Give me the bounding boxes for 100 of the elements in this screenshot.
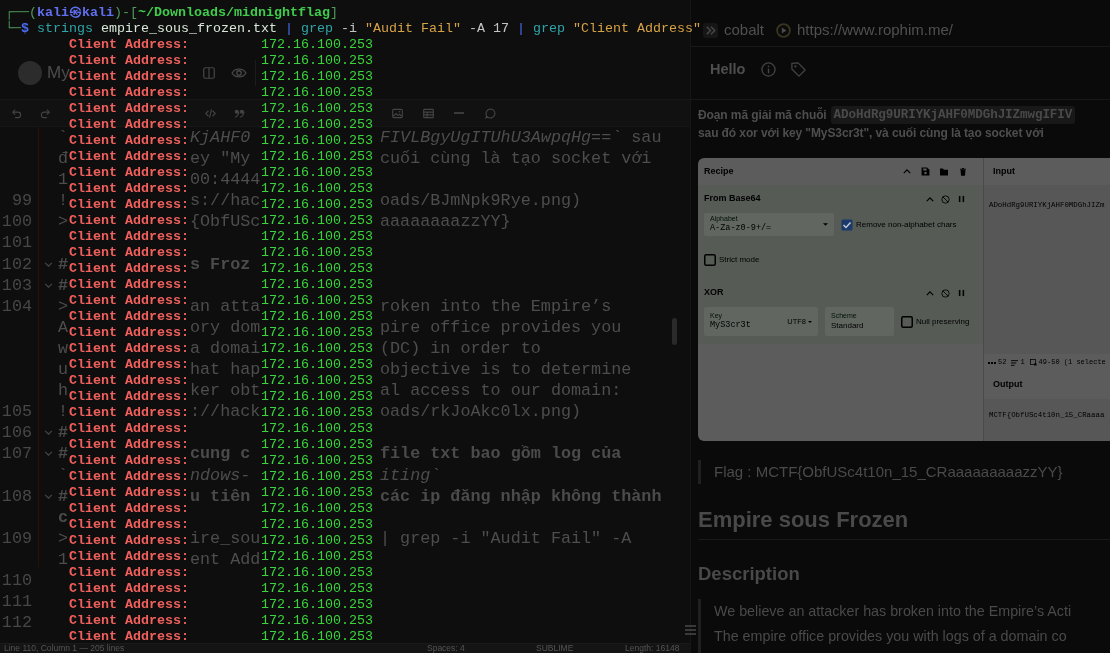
split-view-icon[interactable] <box>202 67 215 79</box>
code-icon[interactable] <box>205 107 216 119</box>
checkbox[interactable] <box>901 315 913 328</box>
checkbox[interactable] <box>704 254 716 266</box>
editor-text: cung c <box>190 443 251 465</box>
output-label: Client Address: <box>69 53 189 68</box>
bookmark-link[interactable]: cobalt <box>703 22 765 38</box>
eye-icon[interactable] <box>230 67 247 79</box>
output-label: Client Address: <box>69 389 189 404</box>
chevron-up-icon[interactable] <box>903 169 911 174</box>
lines-icon <box>1011 359 1019 366</box>
editor-text: A <box>58 316 69 338</box>
play-circle-icon <box>776 22 792 38</box>
info-icon[interactable] <box>761 62 777 77</box>
ip-address: 172.16.100.253 <box>261 213 373 229</box>
disable-icon[interactable] <box>941 194 950 204</box>
output-label: Client Address: <box>69 613 189 628</box>
editor-text: s Froz <box>190 253 251 275</box>
editor-text: w <box>58 337 69 360</box>
quote-icon[interactable] <box>234 107 245 119</box>
line-number: 100 <box>1 211 32 233</box>
bookmark-link[interactable]: https://www.rophim.me/ <box>776 22 953 38</box>
editor-text: ! <box>58 401 69 423</box>
pause-icon[interactable] <box>958 195 965 203</box>
editor-text: roken into the Empire’s <box>380 295 612 317</box>
line-number: 109 <box>1 527 32 549</box>
output-label: Client Address: <box>69 213 189 228</box>
comment-icon[interactable] <box>485 107 496 119</box>
ip-address: 172.16.100.253 <box>261 373 373 389</box>
editor-text: al access to our domain: <box>380 380 622 402</box>
disable-icon[interactable] <box>941 288 950 298</box>
chevron-down-icon[interactable] <box>44 493 53 499</box>
menu-icon[interactable] <box>685 625 696 635</box>
quote-text: The empire office provides you with logs of a domain co <box>714 626 1067 646</box>
selection-icon <box>1029 359 1037 366</box>
chevron-up-icon[interactable] <box>926 196 934 202</box>
editor-text: ent Add <box>190 548 261 570</box>
output-label: Client Address: <box>69 245 189 260</box>
output-label: Client Address: <box>69 485 189 500</box>
line-number: 105 <box>1 401 32 423</box>
status-text: Length: 16148 <box>625 644 680 653</box>
editor-text: oads/BJmNpk9Rye.png) <box>380 190 582 212</box>
tag-icon[interactable] <box>791 62 807 77</box>
editor-text: cuối cùng là tạo socket với <box>380 148 652 170</box>
caret-icon <box>808 320 812 323</box>
output-label: Client Address: <box>69 101 189 116</box>
output-label: Client Address: <box>69 373 189 388</box>
editor-text: ory dom <box>190 316 261 338</box>
chevron-down-icon[interactable] <box>44 451 53 457</box>
checkbox[interactable] <box>841 218 853 231</box>
image-icon[interactable] <box>392 107 403 119</box>
output-label: Client Address: <box>69 149 189 164</box>
chevron-up-icon[interactable] <box>926 290 934 296</box>
output-label: Client Address: <box>69 309 189 324</box>
pause-icon[interactable] <box>958 289 965 297</box>
output-label: Client Address: <box>69 133 189 148</box>
undo-icon[interactable] <box>11 107 22 119</box>
line-number: 99 <box>11 190 32 212</box>
table-icon[interactable] <box>423 107 434 119</box>
editor-text: ker obt <box>190 380 261 402</box>
ip-address: 172.16.100.253 <box>261 165 373 181</box>
operation-title: XOR <box>704 286 724 300</box>
ip-address: 172.16.100.253 <box>261 581 373 597</box>
editor-text: ire_sou <box>190 527 261 549</box>
output-label: Client Address: <box>69 357 189 372</box>
ip-address: 172.16.100.253 <box>261 197 373 213</box>
chevron-down-icon[interactable] <box>44 282 53 288</box>
trash-icon[interactable] <box>959 166 967 177</box>
chevron-down-icon[interactable] <box>44 430 53 436</box>
output-label: Client Address: <box>69 261 189 276</box>
ip-address: 172.16.100.253 <box>261 421 373 437</box>
line-number: 104 <box>1 295 32 317</box>
note-title: Hello <box>710 59 746 79</box>
editor-text: u tiên <box>190 485 251 507</box>
ip-address: 172.16.100.253 <box>261 117 373 133</box>
output-label: Client Address: <box>69 517 189 532</box>
scrollbar-thumb[interactable] <box>672 318 677 345</box>
ip-address: 172.16.100.253 <box>261 325 373 341</box>
ip-address: 172.16.100.253 <box>261 277 373 293</box>
editor-text: file txt bao gồm log của <box>380 443 622 465</box>
save-icon[interactable] <box>921 167 930 176</box>
ip-address: 172.16.100.253 <box>261 533 373 549</box>
panel-title: Recipe <box>704 164 734 178</box>
line-number: 102 <box>1 253 32 275</box>
folder-icon[interactable] <box>939 167 949 176</box>
editor-text: ` <box>58 127 69 149</box>
output-label: Client Address: <box>69 469 189 484</box>
output-label: Client Address: <box>69 581 189 596</box>
line-number: 108 <box>1 485 32 507</box>
editor-text: objective is to determine <box>380 359 632 381</box>
editor-text: ://hack <box>190 401 261 423</box>
ip-address: 172.16.100.253 <box>261 613 373 629</box>
line-number: 111 <box>1 591 32 613</box>
ip-address: 172.16.100.253 <box>261 229 373 245</box>
output-label: Client Address: <box>69 37 189 52</box>
ip-address: 172.16.100.253 <box>261 453 373 469</box>
line-number: 101 <box>1 232 32 254</box>
output-label: Client Address: <box>69 181 189 196</box>
redo-icon[interactable] <box>40 107 51 119</box>
chevron-down-icon[interactable] <box>44 261 53 267</box>
